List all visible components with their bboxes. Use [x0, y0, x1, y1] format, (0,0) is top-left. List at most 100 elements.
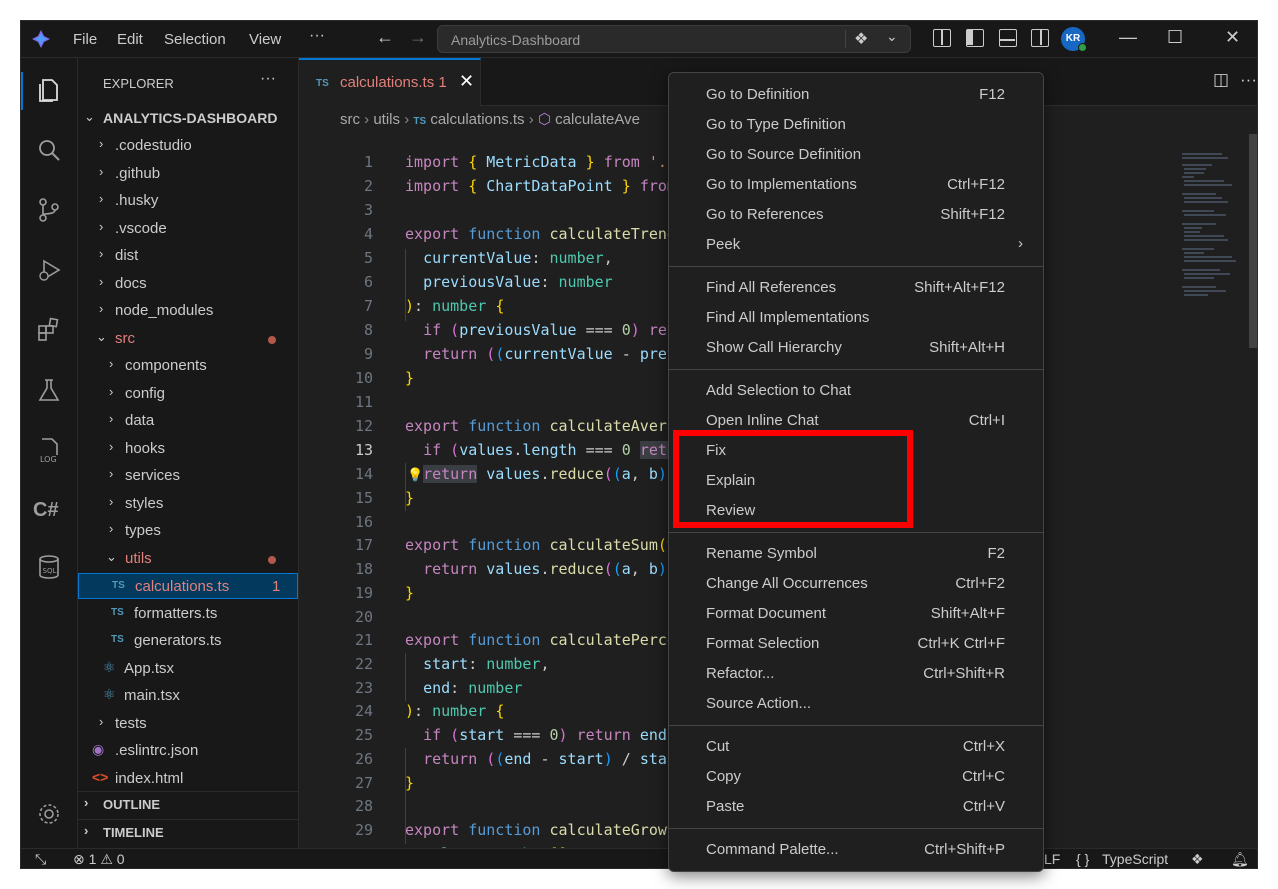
- breadcrumb-symbol[interactable]: calculateAve: [555, 111, 640, 128]
- copilot-icon[interactable]: ❖: [854, 29, 868, 49]
- toggle-primary-sidebar-icon[interactable]: [966, 29, 984, 47]
- tree-folder-config[interactable]: › config: [78, 381, 298, 407]
- chevron-right-icon: ›: [99, 714, 104, 729]
- menu-item-copy[interactable]: Copy Ctrl+C: [669, 762, 1043, 792]
- log-icon[interactable]: LOG: [35, 436, 63, 464]
- menu-item-refactor[interactable]: Refactor... Ctrl+Shift+R: [669, 659, 1043, 689]
- breadcrumb-utils[interactable]: utils: [373, 111, 400, 128]
- menu-item-paste[interactable]: Paste Ctrl+V: [669, 792, 1043, 822]
- menu-item-format-selection[interactable]: Format Selection Ctrl+K Ctrl+F: [669, 629, 1043, 659]
- menu-selection[interactable]: Selection: [164, 31, 226, 48]
- forward-arrow-icon[interactable]: →: [409, 27, 427, 48]
- menu-item-command-palette[interactable]: Command Palette... Ctrl+Shift+P: [669, 835, 1043, 865]
- tree-folder-tests[interactable]: › tests: [78, 711, 298, 737]
- chevron-down-icon[interactable]: ⌄: [886, 28, 898, 45]
- customize-layout-icon[interactable]: [933, 29, 951, 47]
- tab-calculations[interactable]: TS calculations.ts 1 ✕: [299, 58, 481, 106]
- settings-gear-icon[interactable]: [35, 800, 63, 828]
- split-editor-icon[interactable]: ◫: [1213, 70, 1229, 90]
- tree-folder-styles[interactable]: › styles: [78, 491, 298, 517]
- close-window-icon[interactable]: ✕: [1225, 27, 1240, 48]
- menu-item-change-all-occurrences[interactable]: Change All Occurrences Ctrl+F2: [669, 569, 1043, 599]
- close-icon[interactable]: ✕: [459, 71, 474, 92]
- menu-item-find-all-implementations[interactable]: Find All Implementations: [669, 303, 1043, 333]
- menu-item-go-to-type-definition[interactable]: Go to Type Definition: [669, 110, 1043, 140]
- extensions-icon[interactable]: [35, 316, 63, 344]
- menu-item-add-selection-to-chat[interactable]: Add Selection to Chat: [669, 376, 1043, 406]
- tree-folder-husky[interactable]: › .husky: [78, 188, 298, 214]
- database-icon[interactable]: SQL: [35, 553, 63, 581]
- tree-folder-types[interactable]: › types: [78, 518, 298, 544]
- more-actions-icon[interactable]: ···: [1240, 70, 1257, 90]
- tree-folder-services[interactable]: › services: [78, 463, 298, 489]
- copilot-status-icon[interactable]: ❖: [1191, 851, 1204, 868]
- maximize-icon[interactable]: ☐: [1167, 27, 1183, 48]
- menu-item-rename-symbol[interactable]: Rename Symbol F2: [669, 539, 1043, 569]
- tree-folder-dist[interactable]: › dist: [78, 243, 298, 269]
- tree-file-generators[interactable]: TS generators.ts: [78, 628, 298, 654]
- tree-folder-components[interactable]: › components: [78, 353, 298, 379]
- minimap[interactable]: [1182, 153, 1257, 303]
- command-center-search[interactable]: Analytics-Dashboard ❖ ⌄: [437, 25, 911, 53]
- language-braces-icon: { }: [1076, 851, 1090, 867]
- csharp-icon[interactable]: C#: [33, 499, 59, 522]
- tree-folder-vscode[interactable]: › .vscode: [78, 216, 298, 242]
- tree-file-main[interactable]: ⚛ main.tsx: [78, 683, 298, 709]
- menu-item-go-to-definition[interactable]: Go to Definition F12: [669, 80, 1043, 110]
- menu-item-source-action[interactable]: Source Action...: [669, 689, 1043, 719]
- menu-more[interactable]: ···: [309, 27, 325, 45]
- menu-item-go-to-references[interactable]: Go to References Shift+F12: [669, 200, 1043, 230]
- tree-folder-src[interactable]: ⌄ src: [78, 326, 298, 352]
- tree-file-calculations[interactable]: TS calculations.ts 1: [78, 573, 298, 599]
- menu-item-go-to-source-definition[interactable]: Go to Source Definition: [669, 140, 1043, 170]
- breadcrumb-file[interactable]: calculations.ts: [430, 111, 524, 128]
- menu-item-label: Review: [706, 502, 756, 519]
- menu-item-find-all-references[interactable]: Find All References Shift+Alt+F12: [669, 273, 1043, 303]
- explorer-icon[interactable]: [35, 76, 63, 104]
- menu-item-peek[interactable]: Peek ›: [669, 230, 1043, 260]
- menu-item-fix[interactable]: Fix: [669, 436, 1043, 466]
- vertical-scrollbar[interactable]: [1249, 134, 1257, 348]
- source-control-icon[interactable]: [35, 196, 63, 224]
- menu-file[interactable]: File: [73, 31, 97, 48]
- tree-folder-data[interactable]: › data: [78, 408, 298, 434]
- back-arrow-icon[interactable]: ←: [376, 27, 394, 48]
- sidebar-more-button[interactable]: ···: [260, 70, 276, 88]
- tree-folder-node-modules[interactable]: › node_modules: [78, 298, 298, 324]
- menu-item-open-inline-chat[interactable]: Open Inline Chat Ctrl+I: [669, 406, 1043, 436]
- eol-indicator[interactable]: LF: [1044, 851, 1060, 867]
- menu-item-explain[interactable]: Explain: [669, 466, 1043, 496]
- menu-item-format-document[interactable]: Format Document Shift+Alt+F: [669, 599, 1043, 629]
- run-debug-icon[interactable]: [35, 256, 63, 284]
- outline-section[interactable]: › OUTLINE: [78, 791, 298, 817]
- project-root[interactable]: ⌄ ANALYTICS-DASHBOARD: [78, 106, 298, 132]
- html-file-icon: <>: [92, 769, 109, 785]
- timeline-section[interactable]: › TIMELINE: [78, 819, 298, 845]
- minimize-icon[interactable]: —: [1119, 27, 1137, 48]
- problems-indicator[interactable]: ⊗ 1 ⚠ 0: [73, 851, 125, 868]
- tree-folder-hooks[interactable]: › hooks: [78, 436, 298, 462]
- menu-item-go-to-implementations[interactable]: Go to Implementations Ctrl+F12: [669, 170, 1043, 200]
- breadcrumb-src[interactable]: src: [340, 111, 360, 128]
- menu-view[interactable]: View: [249, 31, 281, 48]
- search-icon[interactable]: [35, 136, 63, 164]
- menu-edit[interactable]: Edit: [117, 31, 143, 48]
- testing-flask-icon[interactable]: [35, 376, 63, 404]
- remote-indicator-icon[interactable]: ⤡: [35, 851, 46, 868]
- toggle-secondary-sidebar-icon[interactable]: [1031, 29, 1049, 47]
- tree-folder-utils[interactable]: ⌄ utils: [78, 546, 298, 572]
- tree-file-index-html[interactable]: <> index.html: [78, 766, 298, 792]
- language-mode[interactable]: TypeScript: [1102, 851, 1168, 867]
- tree-file-formatters[interactable]: TS formatters.ts: [78, 601, 298, 627]
- menu-item-label: Rename Symbol: [706, 545, 817, 562]
- tree-folder-docs[interactable]: › docs: [78, 271, 298, 297]
- tree-file-app[interactable]: ⚛ App.tsx: [78, 656, 298, 682]
- notifications-bell-icon[interactable]: 🔔︎: [1231, 851, 1249, 868]
- menu-item-show-call-hierarchy[interactable]: Show Call Hierarchy Shift+Alt+H: [669, 333, 1043, 363]
- menu-item-review[interactable]: Review: [669, 496, 1043, 526]
- tree-folder-github[interactable]: › .github: [78, 161, 298, 187]
- tree-folder-codestudio[interactable]: › .codestudio: [78, 133, 298, 159]
- menu-item-cut[interactable]: Cut Ctrl+X: [669, 732, 1043, 762]
- toggle-panel-icon[interactable]: [999, 29, 1017, 47]
- tree-file-eslintrc[interactable]: ◉ .eslintrc.json: [78, 738, 298, 764]
